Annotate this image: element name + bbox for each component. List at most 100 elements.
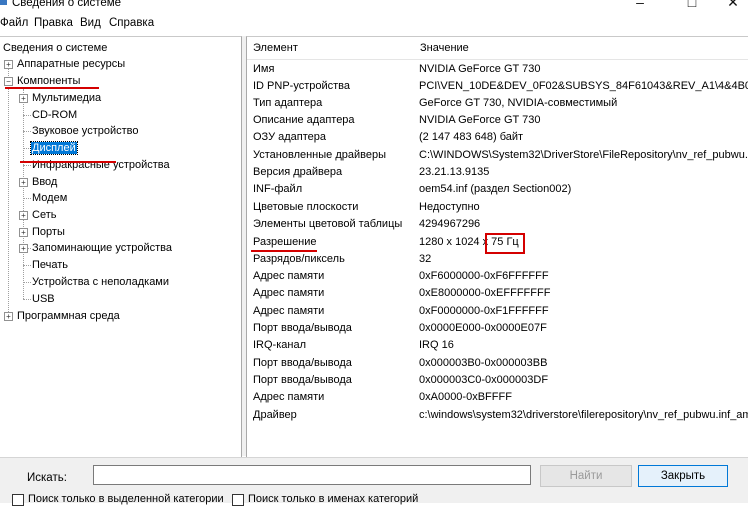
expand-icon[interactable]: + [19,228,28,237]
table-row[interactable]: Порт ввода/вывода 0x0000E000-0x0000E07F [247,320,748,337]
tree-item-label: USB [32,293,55,305]
collapse-icon[interactable]: − [4,77,13,86]
column-header-value[interactable]: Значение [414,37,748,60]
row-key: Описание адаптера [253,114,355,126]
tree-item-input[interactable]: Ввод [31,174,58,190]
tree-item-hardware-resources[interactable]: Аппаратные ресурсы [16,56,126,72]
expand-icon[interactable]: + [19,94,28,103]
row-key: Порт ввода/вывода [253,374,352,386]
table-row[interactable]: ОЗУ адаптера (2 147 483 648) байт [247,129,748,146]
search-selected-category-checkbox[interactable] [12,494,24,506]
expand-icon[interactable]: + [19,244,28,253]
row-value: NVIDIA GeForce GT 730 [419,63,541,75]
tree-item-label: Сведения о системе [3,42,108,54]
tree-item-cd-rom[interactable]: CD-ROM [31,107,78,123]
category-tree[interactable]: Сведения о системе + Аппаратные ресурсы … [0,36,242,457]
tree-item-modem[interactable]: Модем [31,190,68,206]
window-title: Сведения о системе [12,0,122,9]
tree-line [23,282,31,283]
menu-help[interactable]: Справка [109,17,154,29]
expand-icon[interactable]: + [19,211,28,220]
row-key: INF-файл [253,183,303,195]
find-button[interactable]: Найти [540,465,632,487]
row-value: 0x0000E000-0x0000E07F [419,322,547,334]
row-value: 0x000003B0-0x000003BB [419,357,548,369]
tree-line [23,148,31,149]
tree-item-label: Дисплей [30,141,78,155]
row-key: Адрес памяти [253,287,325,299]
tree-item-ports[interactable]: Порты [31,224,66,240]
table-row[interactable]: Адрес памяти 0xF0000000-0xF1FFFFFF [247,303,748,320]
search-selected-category-label: Поиск только в выделенной категории [28,493,224,505]
table-row[interactable]: Порт ввода/вывода 0x000003C0-0x000003DF [247,372,748,389]
row-value: C:\WINDOWS\System32\DriverStore\FileRepo… [419,149,748,161]
tree-item-storage[interactable]: Запоминающие устройства [31,240,173,256]
expand-icon[interactable]: + [19,178,28,187]
search-input[interactable] [93,465,531,485]
row-key: Адрес памяти [253,391,325,403]
tree-item-usb[interactable]: USB [31,291,56,307]
tree-item-multimedia[interactable]: Мультимедиа [31,90,102,106]
table-row[interactable]: ID PNP-устройства PCI\VEN_10DE&DEV_0F02&S… [247,78,748,95]
tree-item-sound-device[interactable]: Звуковое устройство [31,123,139,139]
table-row[interactable]: INF-файл oem54.inf (раздел Section002) [247,181,748,198]
tree-item-label: Печать [32,259,69,271]
close-button[interactable]: Закрыть [638,465,728,487]
row-value: 0xF6000000-0xF6FFFFFF [419,270,549,282]
row-value: PCI\VEN_10DE&DEV_0F02&SUBSYS_84F61043&RE… [419,80,748,92]
table-row[interactable]: Порт ввода/вывода 0x000003B0-0x000003BB [247,355,748,372]
tree-line [23,265,31,266]
search-category-names-checkbox[interactable] [232,494,244,506]
row-value: 32 [419,253,432,265]
table-row[interactable]: Описание адаптера NVIDIA GeForce GT 730 [247,112,748,129]
expand-icon[interactable]: + [4,312,13,321]
row-value: NVIDIA GeForce GT 730 [419,114,541,126]
row-key: Адрес памяти [253,305,325,317]
row-value: oem54.inf (раздел Section002) [419,183,572,195]
row-key: Адрес памяти [253,270,325,282]
table-row[interactable]: Разрядов/пиксель 32 [247,251,748,268]
tree-item-network[interactable]: Сеть [31,207,57,223]
table-row[interactable]: Версия драйвера 23.21.13.9135 [247,164,748,181]
minimize-icon[interactable]: – [625,0,655,12]
table-row[interactable]: Драйвер c:\windows\system32\driverstore\f… [247,407,748,424]
tree-line [23,115,31,116]
close-icon[interactable]: ✕ [718,0,748,12]
column-header-item[interactable]: Элемент [247,37,420,60]
menu-file[interactable]: Файл [0,17,28,29]
menu-bar: Файл Правка Вид Справка [0,14,748,34]
tree-item-label: Устройства с неполадками [32,276,170,288]
annotation-underline [20,161,116,163]
tree-item-label: Звуковое устройство [32,125,139,137]
row-key: Разрешение [253,236,317,248]
tree-item-software-environment[interactable]: Программная среда [16,308,121,324]
table-row[interactable]: Адрес памяти 0xA0000-0xBFFFF [247,389,748,406]
menu-edit[interactable]: Правка [34,17,73,29]
row-key: Тип адаптера [253,97,323,109]
menu-view[interactable]: Вид [80,17,101,29]
row-value: 0xA0000-0xBFFFF [419,391,512,403]
table-row[interactable]: Адрес памяти 0xE8000000-0xEFFFFFFF [247,285,748,302]
tree-root-system-summary[interactable]: Сведения о системе [2,40,108,56]
details-table[interactable]: Элемент Значение Имя NVIDIA GeForce GT 73… [246,36,748,457]
tree-item-problem-devices[interactable]: Устройства с неполадками [31,274,170,290]
table-row[interactable]: Тип адаптера GeForce GT 730, NVIDIA-совме… [247,95,748,112]
tree-item-display[interactable]: Дисплей [30,140,78,156]
table-row[interactable]: Имя NVIDIA GeForce GT 730 [247,61,748,78]
tree-line [23,89,24,299]
tree-item-infrared[interactable]: Инфракрасные устройства [31,157,171,173]
row-key: IRQ-канал [253,339,307,351]
table-row[interactable]: Элементы цветовой таблицы 4294967296 [247,216,748,233]
table-row[interactable]: Цветовые плоскости Недоступно [247,199,748,216]
expand-icon[interactable]: + [4,60,13,69]
tree-item-label: Аппаратные ресурсы [17,58,126,70]
title-bar: Сведения о системе – □ ✕ [0,0,748,14]
table-row[interactable]: Адрес памяти 0xF6000000-0xF6FFFFFF [247,268,748,285]
row-key: Порт ввода/вывода [253,357,352,369]
maximize-icon[interactable]: □ [677,0,707,12]
table-row[interactable]: Установленные драйверы C:\WINDOWS\System3… [247,147,748,164]
row-value: (2 147 483 648) байт [419,131,524,143]
tree-item-label: Запоминающие устройства [32,242,173,254]
tree-item-printing[interactable]: Печать [31,257,69,273]
table-row[interactable]: IRQ-канал IRQ 16 [247,337,748,354]
